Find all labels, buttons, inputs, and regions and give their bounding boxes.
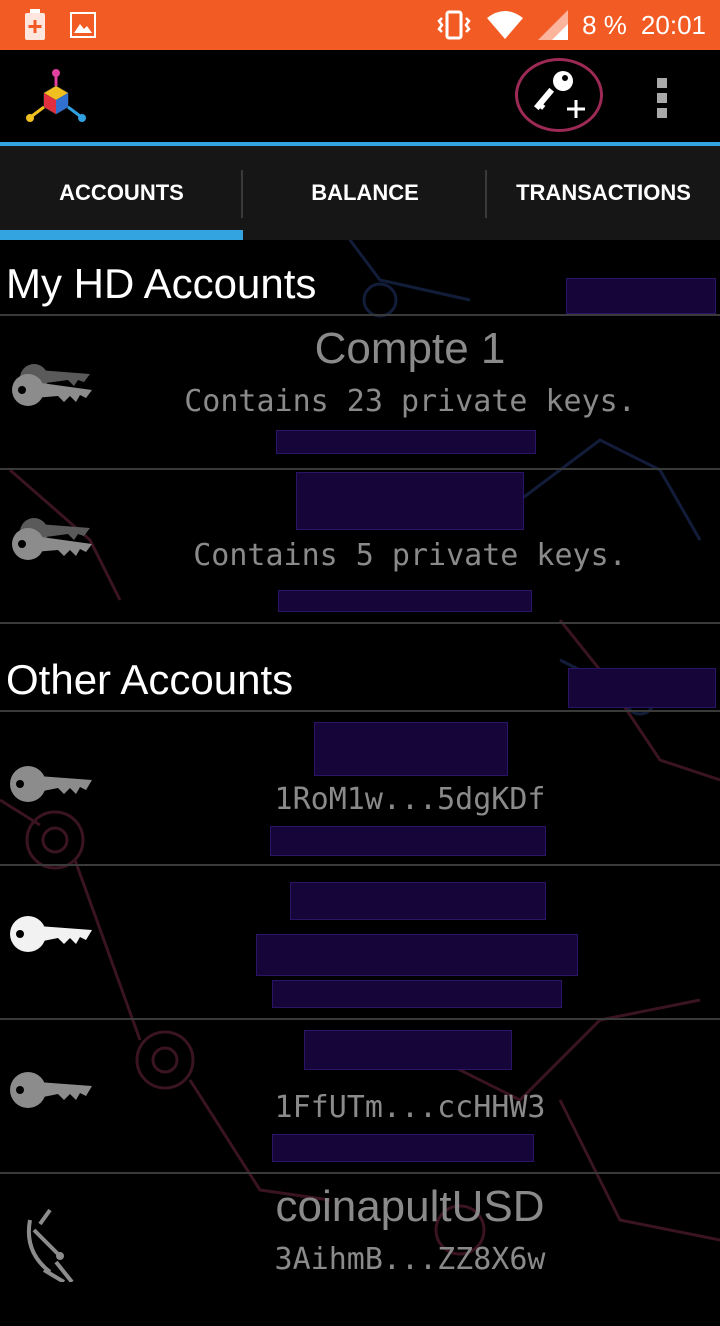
clock: 20:01: [640, 9, 706, 40]
redacted-total: [568, 668, 716, 708]
status-bar: 8 % 20:01: [0, 0, 720, 50]
redacted-total: [566, 278, 716, 314]
tab-transactions[interactable]: TRANSACTIONS: [487, 146, 720, 240]
account-name: coinapultUSD: [275, 1182, 545, 1231]
tab-accounts[interactable]: ACCOUNTS: [0, 146, 243, 240]
redacted-address: [256, 934, 578, 976]
account-address: 3AihmB...ZZ8X6w: [274, 1242, 546, 1277]
multi-key-icon: [12, 518, 92, 560]
satellite-dish-icon: [27, 1208, 74, 1282]
section-title: My HD Accounts: [6, 260, 317, 307]
wifi-icon: [487, 11, 524, 39]
account-detail: Contains 5 private keys.: [193, 538, 627, 573]
key-icon: [10, 916, 92, 952]
redacted-balance: [270, 826, 546, 856]
tab-balance-label: BALANCE: [311, 180, 419, 205]
vibrate-icon: [437, 10, 471, 40]
account-name: Compte 1: [314, 324, 506, 373]
tab-accounts-label: ACCOUNTS: [59, 180, 184, 205]
redacted-account-name: [304, 1030, 512, 1070]
battery-percent: 8 %: [582, 9, 627, 40]
single-key-account-row[interactable]: 1FfUTm...ccHHW3: [0, 1020, 720, 1174]
account-address: 1FfUTm...ccHHW3: [274, 1090, 546, 1125]
key-icon: [10, 766, 92, 802]
mycelium-logo-icon: [26, 69, 86, 122]
cell-signal-icon: [538, 10, 569, 40]
account-detail: Contains 23 private keys.: [184, 384, 636, 419]
add-key-icon: [533, 71, 585, 118]
redacted-account-name: [296, 472, 524, 530]
image-notification-icon: [70, 12, 96, 38]
tab-transactions-label: TRANSACTIONS: [516, 180, 691, 205]
section-title: Other Accounts: [6, 656, 294, 703]
redacted-balance: [272, 980, 562, 1008]
redacted-account-name: [290, 882, 546, 920]
overflow-menu-icon[interactable]: [652, 74, 674, 122]
account-address: 1RoM1w...5dgKDf: [274, 782, 546, 817]
hd-account-row[interactable]: Contains 5 private keys.: [0, 470, 720, 624]
hd-account-row[interactable]: Compte 1 Contains 23 private keys.: [0, 316, 720, 470]
action-bar: [0, 50, 720, 142]
tab-bar: ACCOUNTS BALANCE TRANSACTIONS: [0, 146, 720, 240]
multi-key-icon: [12, 364, 92, 406]
redacted-balance: [276, 430, 536, 454]
other-accounts-header: Other Accounts: [0, 640, 720, 712]
key-icon: [10, 1072, 92, 1108]
tab-balance[interactable]: BALANCE: [243, 146, 487, 240]
redacted-balance: [272, 1134, 534, 1162]
single-key-account-row[interactable]: 1RoM1w...5dgKDf: [0, 712, 720, 866]
coinapult-account-row[interactable]: coinapultUSD 3AihmB...ZZ8X6w: [0, 1174, 720, 1326]
tab-selected-indicator: [0, 230, 243, 240]
redacted-balance: [278, 590, 532, 612]
hd-accounts-header: My HD Accounts: [0, 244, 720, 316]
single-key-account-row[interactable]: [0, 866, 720, 1020]
add-key-button[interactable]: [515, 58, 603, 132]
redacted-account-name: [314, 722, 508, 776]
battery-saver-icon: [25, 9, 45, 40]
